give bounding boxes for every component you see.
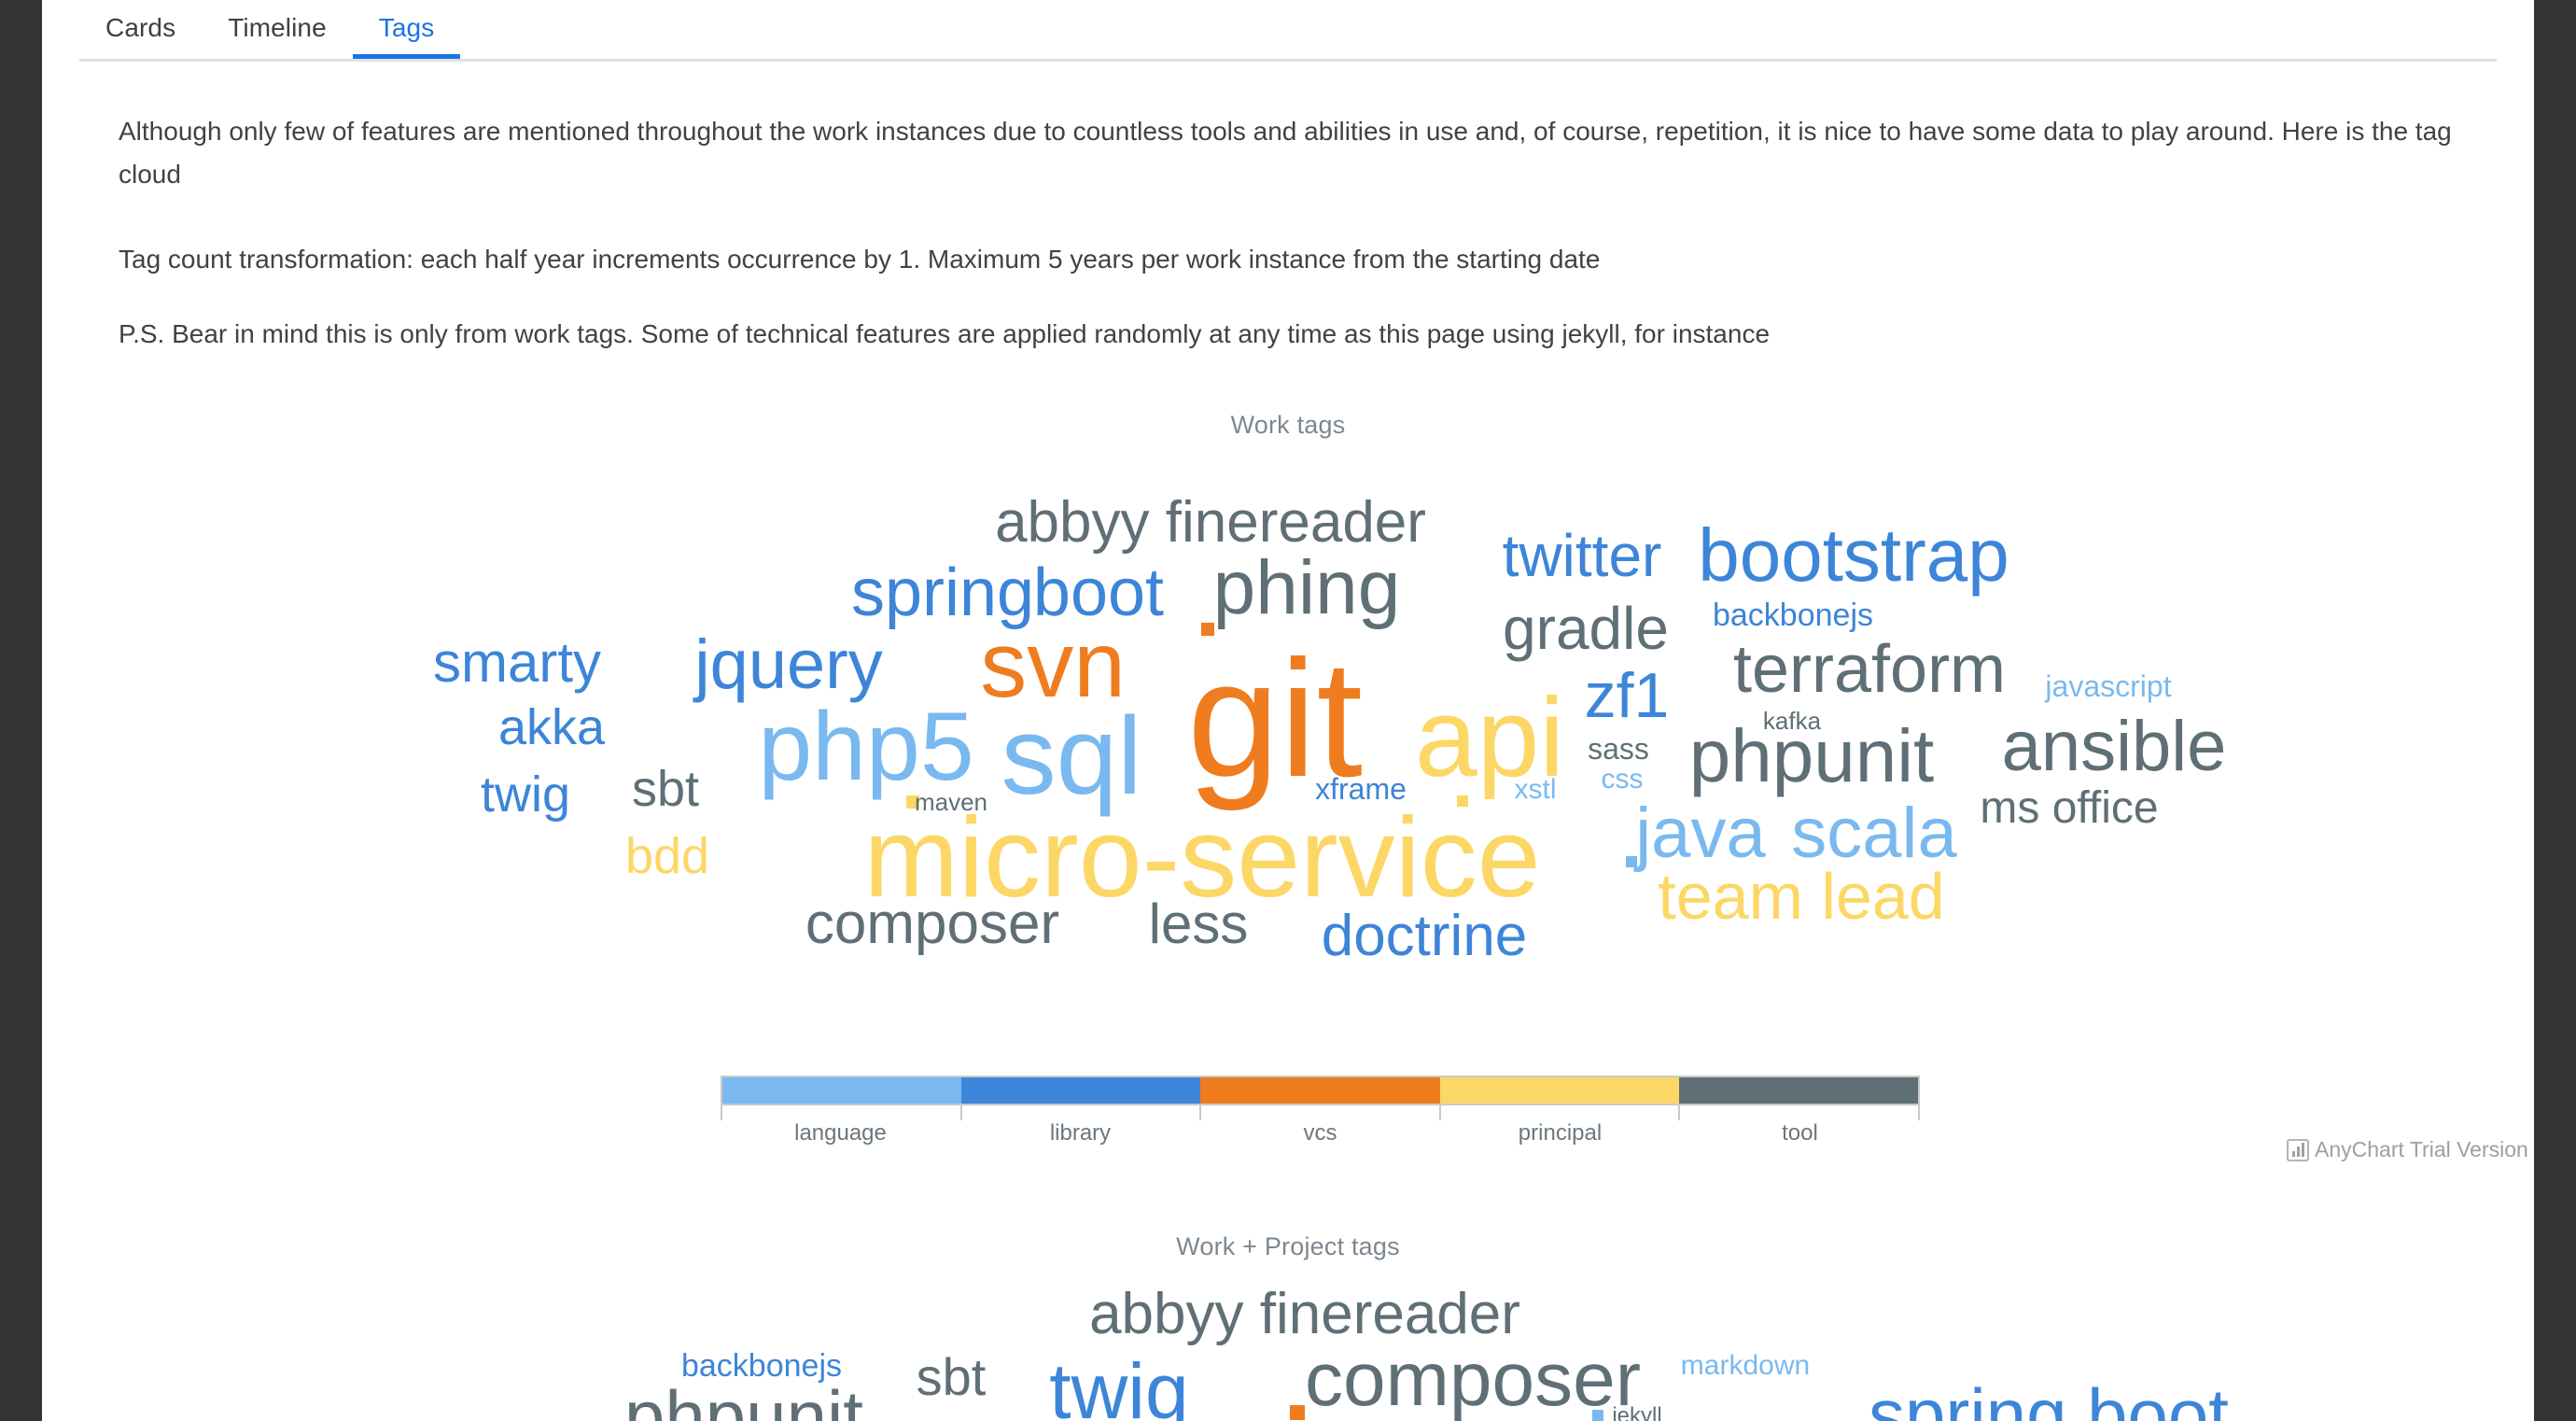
tab-cards[interactable]: Cards [79, 0, 202, 56]
legend-label-tool: tool [1782, 1120, 1818, 1146]
tab-tags[interactable]: Tags [352, 0, 461, 59]
tag-word[interactable]: jekyll [1612, 1405, 1661, 1421]
legend-label-principal: principal [1518, 1120, 1603, 1146]
tag-word[interactable]: java [1635, 798, 1765, 869]
tag-word[interactable]: zf1 [1585, 664, 1670, 727]
tag-word[interactable]: sql [1001, 701, 1142, 811]
tag-word[interactable]: bdd [625, 831, 709, 881]
work-project-tags-chart: Work + Project tags abbyy finereader comp… [42, 1232, 2534, 1421]
legend-label-language: language [794, 1120, 887, 1146]
tab-timeline[interactable]: Timeline [202, 0, 353, 56]
anychart-watermark: AnyChart Trial Version [2287, 1137, 2528, 1162]
legend-tick [1199, 1105, 1439, 1120]
tag-word[interactable]: sbt [632, 764, 699, 814]
tag-word[interactable]: ansible [2002, 711, 2227, 782]
tag-word[interactable]: akka [498, 702, 605, 753]
transformation-note: Tag count transformation: each half year… [119, 245, 1601, 274]
tag-word[interactable]: abbyy finereader [1089, 1286, 1520, 1344]
legend-label-vcs: vcs [1303, 1120, 1337, 1146]
tag-word[interactable]: css [1602, 766, 1644, 794]
tag-word[interactable]: composer [1305, 1342, 1641, 1418]
work-tags-cloud: git micro-service sql api php5 svn bootstrap ph… [42, 411, 2534, 1064]
left-gutter [0, 0, 42, 1421]
tab-bar-underline [79, 59, 2497, 62]
postscript-note: P.S. Bear in mind this is only from work… [119, 319, 1771, 348]
tag-word[interactable]: javascript [2045, 671, 2171, 701]
tag-word[interactable]: twig [481, 769, 570, 820]
tag-word[interactable]: doctrine [1322, 907, 1528, 965]
tag-word[interactable]: sass [1588, 734, 1649, 764]
legend-swatch-library[interactable] [961, 1077, 1201, 1104]
legend-swatch-vcs[interactable] [1200, 1077, 1440, 1104]
tag-word[interactable]: bootstrap [1698, 518, 2009, 593]
tag-word[interactable]: php5 [758, 698, 973, 795]
intro-paragraph: Although only few of features are mentio… [119, 117, 2452, 189]
right-gutter [2534, 0, 2576, 1421]
tag-word[interactable]: twig [1049, 1352, 1188, 1421]
page-root: Cards Timeline Tags Although only few of f… [0, 0, 2576, 1421]
tag-word[interactable]: sbt [917, 1351, 987, 1403]
tag-word[interactable]: backbonejs [1713, 599, 1873, 631]
tag-word[interactable]: abbyy finereader [995, 494, 1426, 552]
work-project-tags-cloud: abbyy finereader composer twig sbt phpunit ba… [42, 1232, 2534, 1421]
tag-word[interactable]: phpunit [624, 1380, 863, 1421]
legend-tick [721, 1105, 960, 1120]
legend-label-library: library [1049, 1120, 1112, 1146]
tag-word[interactable]: backbonejs [681, 1350, 842, 1382]
tag-word[interactable]: twitter [1503, 526, 1662, 585]
tag-word[interactable]: xstl [1515, 776, 1557, 804]
chart-bar-icon [2287, 1138, 2309, 1161]
legend-swatch-principal[interactable] [1439, 1077, 1679, 1104]
tag-word[interactable]: ms office [1980, 786, 2158, 831]
watermark-label: AnyChart Trial Version [2315, 1137, 2528, 1161]
tag-word[interactable]: boot [1033, 559, 1164, 626]
tag-word[interactable]: jquery [694, 630, 883, 699]
tag-word[interactable]: xframe [1315, 774, 1407, 804]
tag-word[interactable]: less [1149, 896, 1249, 952]
tag-word[interactable]: spring boot [1869, 1378, 2229, 1421]
legend-swatch-tool[interactable] [1678, 1077, 1919, 1104]
tag-word[interactable]: kafka [1763, 709, 1821, 733]
legend-swatch-language[interactable] [722, 1077, 962, 1104]
tag-word[interactable]: markdown [1681, 1352, 1810, 1380]
tag-word[interactable]: team lead [1658, 864, 1944, 929]
legend-tick [1678, 1105, 1920, 1120]
legend-color-band [721, 1076, 1920, 1105]
tag-word[interactable]: spring [851, 559, 1034, 626]
tag-marker [1290, 1405, 1305, 1420]
tag-word[interactable]: phing [1213, 550, 1401, 626]
tag-word[interactable]: smarty [433, 635, 601, 691]
tag-word[interactable]: terraform [1733, 636, 2006, 703]
legend-ticks [721, 1105, 1920, 1120]
tag-word[interactable]: composer [805, 895, 1059, 953]
tabs-row: Cards Timeline Tags [79, 0, 2497, 59]
tag-word[interactable]: maven [915, 790, 987, 814]
tab-bar: Cards Timeline Tags [79, 0, 2497, 63]
legend-tick [1438, 1105, 1679, 1120]
work-tags-chart: Work tags git micro-service sql api php5 svn b… [42, 411, 2534, 1064]
tag-word[interactable]: gradle [1503, 598, 1669, 658]
tag-word[interactable]: svn [980, 618, 1126, 711]
legend-labels: language library vcs principal tool [721, 1120, 1920, 1147]
tag-word[interactable]: scala [1791, 798, 1956, 869]
category-legend[interactable]: language library vcs principal tool [721, 1076, 1920, 1146]
legend-tick [959, 1105, 1200, 1120]
page-content: Cards Timeline Tags Although only few of f… [42, 0, 2534, 1421]
